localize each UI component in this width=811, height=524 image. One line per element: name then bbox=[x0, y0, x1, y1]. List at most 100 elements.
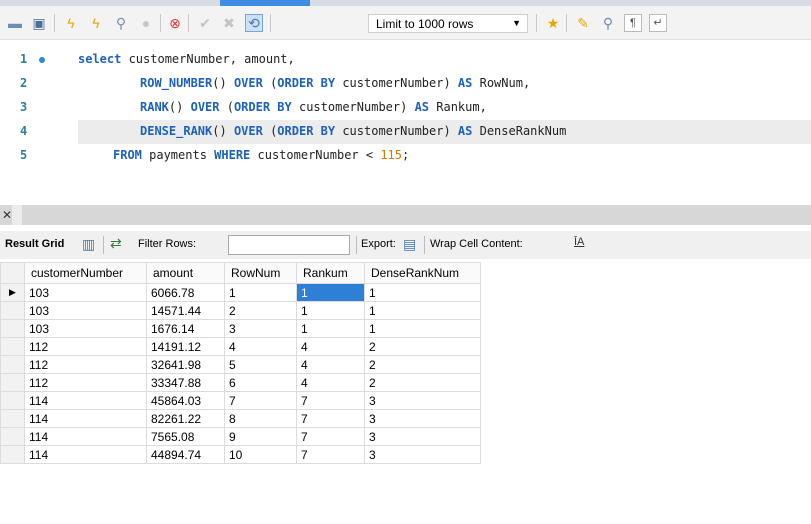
table-cell[interactable]: 8 bbox=[224, 409, 297, 428]
table-cell[interactable]: 114 bbox=[24, 409, 147, 428]
table-cell[interactable]: 1 bbox=[364, 319, 481, 338]
table-cell[interactable]: 7565.08 bbox=[146, 427, 225, 446]
table-row[interactable]: 114 7565.08 9 7 3 bbox=[0, 427, 481, 446]
table-row[interactable]: 114 82261.22 8 7 3 bbox=[0, 409, 481, 428]
table-cell[interactable]: 2 bbox=[364, 373, 481, 392]
execute-current-icon[interactable]: ϟ bbox=[87, 14, 105, 32]
invisible-chars-icon[interactable]: ¶ bbox=[624, 14, 642, 32]
row-gutter[interactable] bbox=[0, 319, 25, 338]
column-header[interactable]: RowNum bbox=[224, 262, 297, 284]
table-cell[interactable]: 7 bbox=[296, 409, 365, 428]
table-row[interactable]: ▶ 103 6066.78 1 1 1 bbox=[0, 283, 481, 302]
row-gutter[interactable] bbox=[0, 445, 25, 464]
table-cell[interactable]: 3 bbox=[364, 391, 481, 410]
current-row-pointer-icon[interactable]: ▶ bbox=[0, 283, 25, 302]
table-cell[interactable]: 114 bbox=[24, 427, 147, 446]
table-cell[interactable]: 7 bbox=[296, 445, 365, 464]
output-panel-splitter[interactable]: ✕ bbox=[0, 205, 811, 225]
toggle-error-icon[interactable]: ⊗ bbox=[166, 14, 184, 32]
table-cell[interactable]: 32641.98 bbox=[146, 355, 225, 374]
find-icon[interactable]: ⚲ bbox=[599, 14, 617, 32]
table-row[interactable]: 103 14571.44 2 1 1 bbox=[0, 301, 481, 320]
table-cell[interactable]: 3 bbox=[364, 445, 481, 464]
table-cell[interactable]: 1676.14 bbox=[146, 319, 225, 338]
table-cell[interactable]: 112 bbox=[24, 337, 147, 356]
row-gutter[interactable] bbox=[0, 391, 25, 410]
column-header[interactable]: DenseRankNum bbox=[364, 262, 481, 284]
table-cell[interactable]: 3 bbox=[224, 319, 297, 338]
result-grid[interactable]: customerNumber amount RowNum Rankum Dens… bbox=[0, 262, 481, 464]
column-header[interactable]: customerNumber bbox=[24, 262, 147, 284]
result-grid-label[interactable]: Result Grid bbox=[5, 238, 64, 250]
autocommit-icon[interactable]: ⟲ bbox=[245, 14, 263, 32]
table-row[interactable]: 103 1676.14 3 1 1 bbox=[0, 319, 481, 338]
table-cell[interactable]: 4 bbox=[224, 337, 297, 356]
table-row[interactable]: 112 33347.88 6 4 2 bbox=[0, 373, 481, 392]
row-gutter[interactable] bbox=[0, 427, 25, 446]
table-cell[interactable]: 6066.78 bbox=[146, 283, 225, 302]
explain-icon[interactable]: ⚲ bbox=[112, 14, 130, 32]
table-cell[interactable]: 3 bbox=[364, 409, 481, 428]
table-cell[interactable]: 2 bbox=[224, 301, 297, 320]
table-cell[interactable]: 33347.88 bbox=[146, 373, 225, 392]
table-row[interactable]: 112 32641.98 5 4 2 bbox=[0, 355, 481, 374]
row-gutter[interactable] bbox=[0, 373, 25, 392]
table-cell[interactable]: 114 bbox=[24, 445, 147, 464]
refresh-icon[interactable]: ⇄ bbox=[110, 235, 122, 252]
table-cell[interactable]: 1 bbox=[364, 283, 481, 302]
table-cell[interactable]: 7 bbox=[296, 391, 365, 410]
table-cell[interactable]: 112 bbox=[24, 355, 147, 374]
row-limit-select[interactable]: Limit to 1000 rows ▼ bbox=[368, 14, 528, 33]
wrap-icon[interactable]: ↵ bbox=[649, 14, 667, 32]
table-cell[interactable]: 10 bbox=[224, 445, 297, 464]
table-cell[interactable]: 103 bbox=[24, 319, 147, 338]
execute-icon[interactable]: ϟ bbox=[62, 14, 80, 32]
table-cell[interactable]: 4 bbox=[296, 355, 365, 374]
table-cell[interactable]: 1 bbox=[296, 283, 365, 302]
table-cell[interactable]: 1 bbox=[364, 301, 481, 320]
export-icon[interactable]: ▤ bbox=[403, 236, 416, 253]
table-cell[interactable]: 4 bbox=[296, 373, 365, 392]
table-cell[interactable]: 44894.74 bbox=[146, 445, 225, 464]
table-cell[interactable]: 9 bbox=[224, 427, 297, 446]
row-gutter[interactable] bbox=[0, 409, 25, 428]
bookmark-icon[interactable]: ★ bbox=[544, 14, 562, 32]
table-cell[interactable]: 7 bbox=[296, 427, 365, 446]
table-cell[interactable]: 103 bbox=[24, 283, 147, 302]
result-tab[interactable] bbox=[12, 205, 22, 225]
commit-icon[interactable]: ✔ bbox=[196, 14, 214, 32]
table-cell[interactable]: 2 bbox=[364, 337, 481, 356]
beautify-icon[interactable]: ✎ bbox=[574, 14, 592, 32]
table-row[interactable]: 114 44894.74 10 7 3 bbox=[0, 445, 481, 464]
table-cell[interactable]: 103 bbox=[24, 301, 147, 320]
grid-view-icon[interactable]: ▥ bbox=[82, 236, 95, 253]
table-cell[interactable]: 3 bbox=[364, 427, 481, 446]
table-cell[interactable]: 2 bbox=[364, 355, 481, 374]
table-cell[interactable]: 82261.22 bbox=[146, 409, 225, 428]
table-cell[interactable]: 1 bbox=[296, 319, 365, 338]
close-icon[interactable]: ✕ bbox=[2, 208, 12, 222]
table-cell[interactable]: 6 bbox=[224, 373, 297, 392]
table-row[interactable]: 112 14191.12 4 4 2 bbox=[0, 337, 481, 356]
table-cell[interactable]: 7 bbox=[224, 391, 297, 410]
table-cell[interactable]: 1 bbox=[224, 283, 297, 302]
row-gutter[interactable] bbox=[0, 355, 25, 374]
table-cell[interactable]: 114 bbox=[24, 391, 147, 410]
table-cell[interactable]: 14571.44 bbox=[146, 301, 225, 320]
rollback-icon[interactable]: ✖ bbox=[220, 14, 238, 32]
table-cell[interactable]: 5 bbox=[224, 355, 297, 374]
wrap-cell-icon[interactable]: ĪA bbox=[574, 236, 584, 248]
column-header[interactable]: amount bbox=[146, 262, 225, 284]
column-header[interactable]: Rankum bbox=[296, 262, 365, 284]
table-cell[interactable]: 1 bbox=[296, 301, 365, 320]
table-row[interactable]: 114 45864.03 7 7 3 bbox=[0, 391, 481, 410]
stop-icon[interactable]: ● bbox=[137, 14, 155, 32]
table-cell[interactable]: 4 bbox=[296, 337, 365, 356]
row-gutter[interactable] bbox=[0, 301, 25, 320]
table-cell[interactable]: 14191.12 bbox=[146, 337, 225, 356]
sql-editor[interactable]: 1 select customerNumber, amount, 2 ROW_N… bbox=[0, 40, 811, 190]
open-folder-icon[interactable]: ▬ bbox=[6, 14, 24, 32]
save-icon[interactable]: ▣ bbox=[30, 14, 48, 32]
table-cell[interactable]: 45864.03 bbox=[146, 391, 225, 410]
table-cell[interactable]: 112 bbox=[24, 373, 147, 392]
